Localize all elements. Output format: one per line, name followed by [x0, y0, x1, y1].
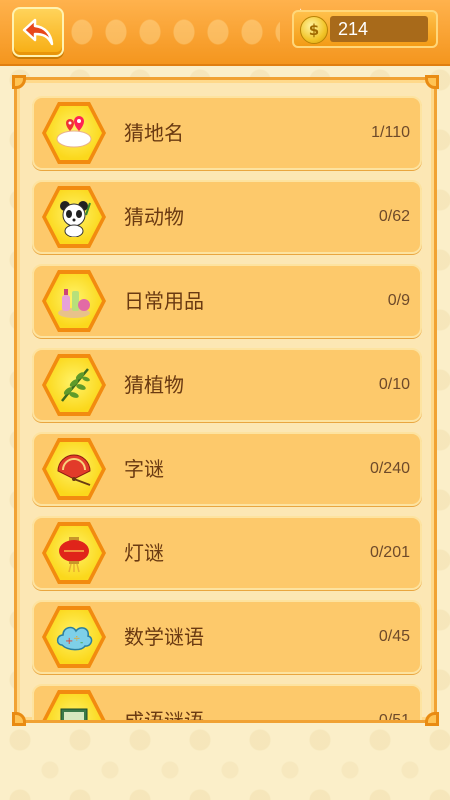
coin-icon: $ [300, 16, 328, 44]
hex-badge [42, 438, 106, 500]
progress-count: 0/45 [378, 628, 410, 645]
progress-count: 0/51 [378, 712, 410, 723]
hex-badge [42, 102, 106, 164]
category-label: 字谜 [124, 457, 164, 481]
hex-badge [42, 354, 106, 416]
math-cloud-icon: + ÷ - [56, 626, 93, 651]
category-list: 猜地名 1/110 猜动物 0/62 日常用品 0/9 猜植物 0/10 字谜 … [32, 96, 422, 723]
svg-text:-: - [80, 638, 83, 648]
category-item-place-names[interactable]: 猜地名 1/110 [32, 96, 422, 170]
hex-badge [42, 690, 106, 720]
category-label: 猜地名 [124, 121, 184, 145]
category-item-math-riddles[interactable]: + ÷ - 数学谜语 0/45 [32, 600, 422, 674]
category-item-idiom-riddles[interactable]: 成语谜语 0/51 [32, 684, 422, 723]
plant-icon [61, 368, 90, 402]
panda-icon [60, 201, 91, 237]
progress-count: 0/201 [369, 544, 410, 561]
lantern-icon [59, 537, 89, 573]
category-label: 猜植物 [124, 373, 184, 397]
category-item-lantern-riddles[interactable]: 灯谜 0/201 [32, 516, 422, 590]
category-label: 日常用品 [124, 289, 204, 313]
progress-count: 1/110 [371, 124, 410, 141]
hex-badge [42, 186, 106, 248]
back-button[interactable] [12, 7, 64, 57]
category-label: 猜动物 [124, 205, 184, 229]
progress-count: 0/240 [369, 460, 410, 477]
category-panel: 猜地名 1/110 猜动物 0/62 日常用品 0/9 猜植物 0/10 字谜 … [14, 77, 437, 723]
progress-count: 0/9 [387, 292, 410, 309]
coin-value: 214 [330, 16, 428, 42]
fan-icon [57, 454, 91, 486]
category-item-daily-items[interactable]: 日常用品 0/9 [32, 264, 422, 338]
progress-count: 0/62 [378, 208, 410, 225]
book-icon [60, 708, 88, 720]
category-label: 数学谜语 [124, 625, 204, 649]
category-item-character-riddles[interactable]: 字谜 0/240 [32, 432, 422, 506]
category-item-animals[interactable]: 猜动物 0/62 [32, 180, 422, 254]
back-arrow-icon [22, 18, 54, 46]
category-label: 成语谜语 [124, 709, 204, 723]
coin-counter: $ 214 [292, 10, 438, 48]
header-decoration [70, 6, 280, 58]
hex-badge: + ÷ - [42, 606, 106, 668]
top-bar: ✦ $ 214 [0, 0, 450, 64]
progress-count: 0/10 [378, 376, 410, 393]
panel-corner-ornament [425, 712, 439, 726]
category-label: 灯谜 [124, 541, 164, 565]
household-items-icon [58, 289, 90, 318]
hex-badge [42, 270, 106, 332]
map-pin-icon [56, 116, 92, 148]
hex-badge [42, 522, 106, 584]
category-item-plants[interactable]: 猜植物 0/10 [32, 348, 422, 422]
